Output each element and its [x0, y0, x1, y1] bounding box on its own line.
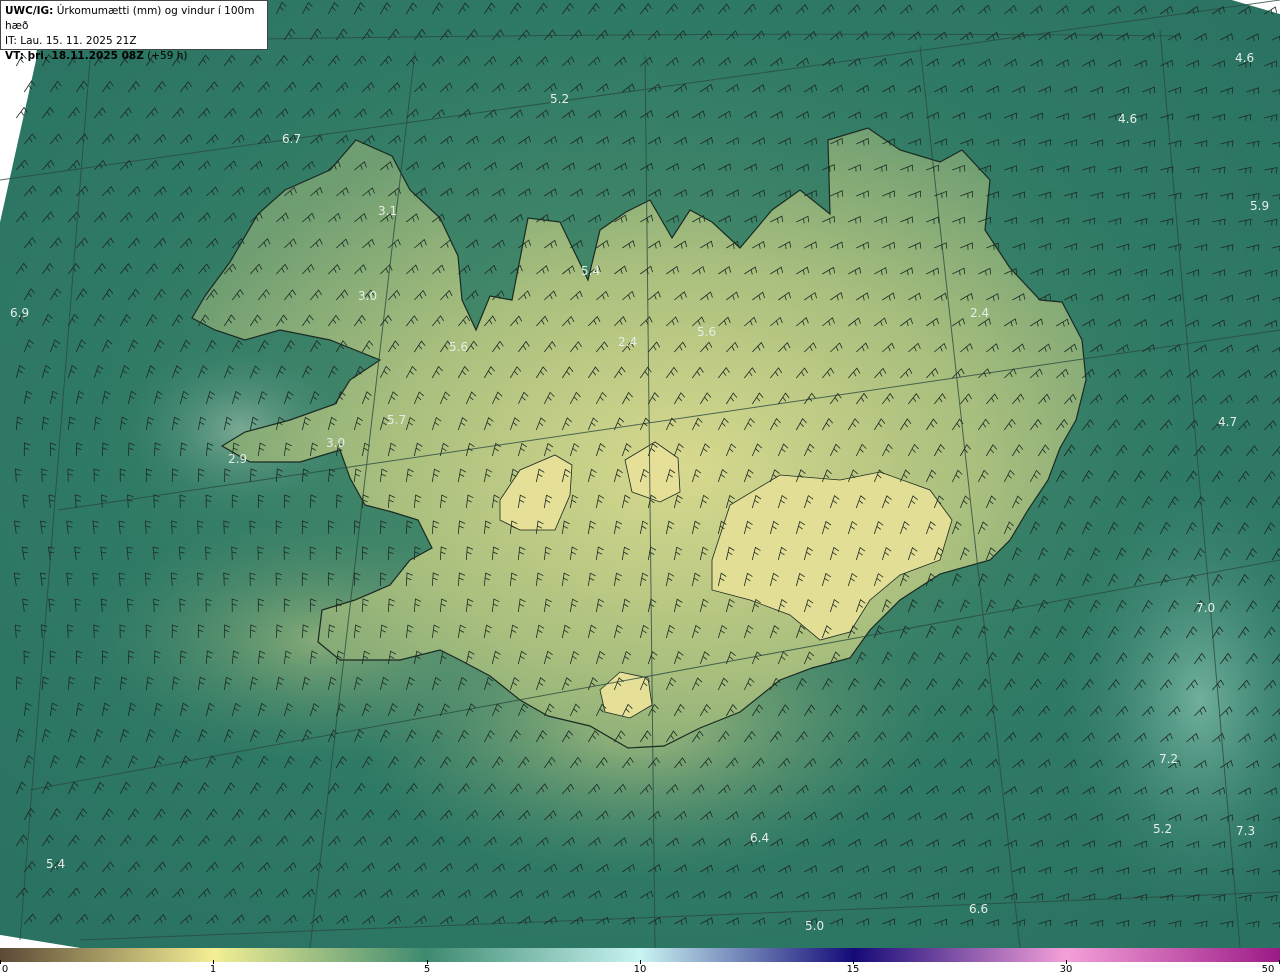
forecast-hour: (+59 h): [143, 50, 188, 62]
value-label: 6.9: [10, 306, 29, 320]
value-label: 4.6: [1118, 112, 1137, 126]
value-label: 3.0: [358, 289, 377, 303]
colorbar-tick: 0: [1, 964, 9, 975]
init-time: IT: Lau. 15. 11. 2025 21Z: [5, 35, 137, 47]
value-label: 5.6: [449, 340, 468, 354]
value-label: 7.3: [1236, 824, 1255, 838]
colorbar-tick: 1: [209, 964, 217, 975]
colorbar-tick: 5: [423, 964, 431, 975]
value-label: 2.4: [618, 335, 637, 349]
value-label: 5.7: [387, 413, 406, 427]
value-label: 3.0: [326, 436, 345, 450]
colorbar-tick: 15: [846, 964, 860, 975]
product-code: UWC/IG:: [5, 5, 54, 17]
value-label: 5.2: [1153, 822, 1172, 836]
colorbar: 0 1 5 10 15 30 50: [0, 948, 1280, 978]
value-label: 2.9: [228, 452, 247, 466]
colorbar-tick: 10: [633, 964, 647, 975]
value-label: 6.7: [282, 132, 301, 146]
value-label: 5.0: [805, 919, 824, 933]
value-label: 3.1: [378, 204, 397, 218]
value-label: 5.9: [1250, 199, 1269, 213]
value-label: 5.4: [46, 857, 65, 871]
valid-time: VT: þri. 18.11.2025 08Z: [5, 50, 144, 62]
value-label: 4.7: [1218, 415, 1237, 429]
colorbar-tick: 30: [1059, 964, 1073, 975]
value-label: 5.2: [550, 92, 569, 106]
weather-map: 5.2 4.6 4.6 6.7 3.1 5.9 5.4 3.0 6.9 5.6 …: [0, 0, 1280, 948]
value-label: 5.6: [697, 325, 716, 339]
value-label: 6.4: [750, 831, 769, 845]
value-label: 6.6: [969, 902, 988, 916]
map-title-box: UWC/IG: Úrkomumætti (mm) og vindur í 100…: [0, 0, 268, 62]
value-label: 2.4: [970, 306, 989, 320]
colorbar-tick: 50: [1261, 964, 1275, 975]
map-canvas: 5.2 4.6 4.6 6.7 3.1 5.9 5.4 3.0 6.9 5.6 …: [0, 0, 1280, 948]
value-label: 7.2: [1159, 752, 1178, 766]
value-label: 4.6: [1235, 51, 1254, 65]
value-label: 7.0: [1196, 601, 1215, 615]
value-label: 5.4: [581, 264, 600, 278]
